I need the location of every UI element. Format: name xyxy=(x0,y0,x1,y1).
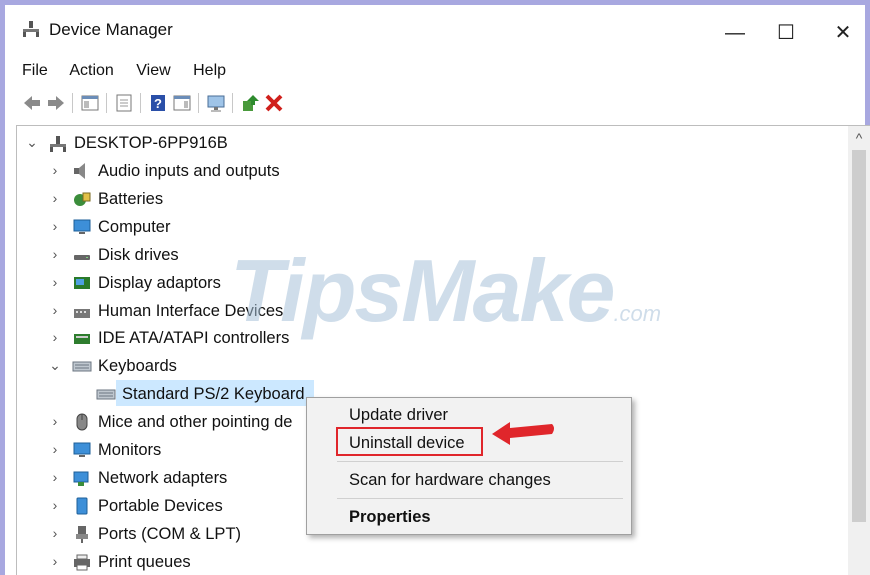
menu-view[interactable]: View xyxy=(136,62,170,79)
tree-item-label[interactable]: Print queues xyxy=(98,549,191,575)
tree-item-label[interactable]: Display adaptors xyxy=(98,270,221,296)
scan-hardware-icon[interactable] xyxy=(206,93,226,113)
printer-icon xyxy=(74,554,90,571)
disk-icon xyxy=(74,255,90,260)
scroll-thumb[interactable] xyxy=(852,150,866,522)
chevron-right-icon[interactable]: › xyxy=(49,190,61,206)
chevron-right-icon[interactable]: › xyxy=(49,302,61,318)
chevron-right-icon[interactable]: › xyxy=(49,469,61,485)
chevron-right-icon[interactable]: › xyxy=(49,274,61,290)
chevron-right-icon[interactable]: › xyxy=(49,413,61,429)
speaker-icon xyxy=(74,163,85,179)
menu-file[interactable]: File xyxy=(22,62,48,79)
portable-icon xyxy=(76,497,88,515)
action-pane-icon[interactable] xyxy=(172,93,192,113)
forward-arrow-icon[interactable] xyxy=(46,93,66,113)
tree-root-label[interactable]: DESKTOP-6PP916B xyxy=(74,130,228,156)
device-manager-icon xyxy=(23,21,39,37)
tree-item-label[interactable]: Ports (COM & LPT) xyxy=(98,521,241,547)
hid-icon xyxy=(74,309,90,318)
chevron-right-icon[interactable]: › xyxy=(49,525,61,541)
menu-help[interactable]: Help xyxy=(193,62,226,79)
tree-item-label[interactable]: Disk drives xyxy=(98,242,179,268)
title-bar: Device Manager — ☐ ✕ xyxy=(5,5,865,53)
chevron-right-icon[interactable]: › xyxy=(49,329,61,345)
chevron-right-icon[interactable]: › xyxy=(49,497,61,513)
battery-icon xyxy=(74,192,91,206)
chevron-right-icon[interactable]: › xyxy=(49,218,61,234)
network-icon xyxy=(73,471,89,486)
monitor-icon xyxy=(73,442,91,457)
port-icon xyxy=(76,526,88,543)
menu-action[interactable]: Action xyxy=(69,62,113,79)
highlight-box xyxy=(336,427,483,456)
keyboard-icon xyxy=(96,389,116,400)
tree-item-label[interactable]: Keyboards xyxy=(98,353,177,379)
show-hide-console-icon[interactable] xyxy=(80,93,100,113)
ctx-separator xyxy=(337,498,623,499)
chevron-right-icon[interactable]: › xyxy=(49,553,61,569)
tree-item-label[interactable]: Standard PS/2 Keyboard xyxy=(122,381,305,407)
chevron-down-icon[interactable]: ⌄ xyxy=(26,134,38,151)
computer-root-icon xyxy=(50,136,66,152)
mouse-icon xyxy=(76,413,88,431)
ctx-separator xyxy=(337,461,623,462)
monitor-icon xyxy=(73,219,91,234)
tree-item-label[interactable]: Mice and other pointing de xyxy=(98,409,292,435)
scroll-up-icon[interactable]: ^ xyxy=(848,130,870,146)
tree-item-label[interactable]: Portable Devices xyxy=(98,493,223,519)
minimize-button[interactable]: — xyxy=(715,17,755,49)
chevron-down-icon[interactable]: ⌄ xyxy=(49,357,61,374)
keyboard-icon xyxy=(72,361,92,372)
tree-item-label[interactable]: Network adapters xyxy=(98,465,227,491)
update-driver-icon[interactable] xyxy=(240,93,260,113)
red-arrow-icon xyxy=(492,422,554,445)
chevron-right-icon[interactable]: › xyxy=(49,441,61,457)
vertical-scrollbar[interactable]: ^ xyxy=(848,126,870,575)
tree-item-label[interactable]: Audio inputs and outputs xyxy=(98,158,280,184)
ctx-properties[interactable]: Properties xyxy=(349,508,431,527)
help-icon[interactable]: ? xyxy=(148,93,168,113)
chevron-right-icon[interactable]: › xyxy=(49,246,61,262)
tree-item-label[interactable]: Monitors xyxy=(98,437,161,463)
display-adapter-icon xyxy=(74,277,90,289)
ctx-update-driver[interactable]: Update driver xyxy=(349,406,448,425)
context-menu: Update driver Uninstall device Scan for … xyxy=(306,397,632,535)
tree-item-label[interactable]: Batteries xyxy=(98,186,163,212)
maximize-button[interactable]: ☐ xyxy=(766,17,806,49)
watermark-suffix: .com xyxy=(613,301,662,326)
tree-item-label[interactable]: Computer xyxy=(98,214,170,240)
menu-bar: File Action View Help xyxy=(22,62,244,86)
ide-icon xyxy=(74,334,90,344)
svg-text:?: ? xyxy=(154,96,162,111)
properties-page-icon[interactable] xyxy=(114,93,134,113)
watermark-main: TipsMake xyxy=(230,241,615,340)
window-title: Device Manager xyxy=(49,20,173,39)
close-button[interactable]: ✕ xyxy=(823,17,863,49)
uninstall-x-icon[interactable] xyxy=(264,93,284,113)
chevron-right-icon[interactable]: › xyxy=(49,162,61,178)
watermark: TipsMake.com xyxy=(230,240,661,342)
back-arrow-icon[interactable] xyxy=(22,93,42,113)
ctx-scan-hardware[interactable]: Scan for hardware changes xyxy=(349,471,551,490)
